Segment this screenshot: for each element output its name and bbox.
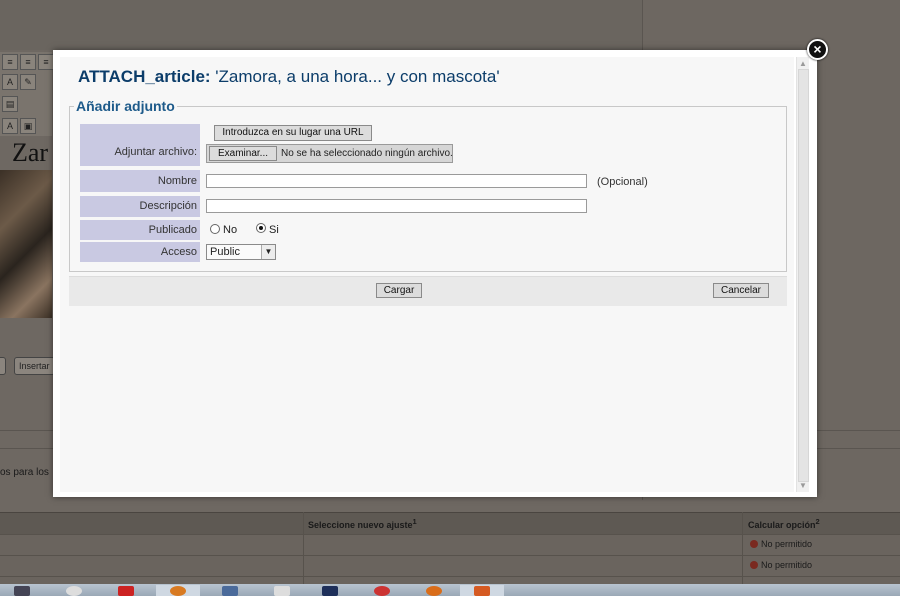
denied-icon: [750, 561, 758, 569]
browse-button[interactable]: Examinar...: [209, 146, 277, 161]
dialog-title: ATTACH_article: 'Zamora, a una hora... y…: [78, 67, 500, 87]
align-right-icon: ≡: [38, 54, 54, 70]
file-label: Adjuntar archivo:: [80, 124, 200, 166]
dialog-button-bar: [69, 276, 787, 306]
background-paragraph: os para los: [0, 467, 49, 478]
section-legend: Añadir adjunto: [74, 98, 177, 114]
published-no-label: No: [223, 224, 238, 236]
taskbar-photoshop-icon[interactable]: [308, 585, 352, 596]
highlight-icon: ✎: [20, 74, 36, 90]
chevron-down-icon[interactable]: ▼: [261, 245, 275, 259]
taskbar-opera-icon[interactable]: [360, 585, 404, 596]
taskbar-windows-icon[interactable]: [0, 585, 44, 596]
paste-icon: ▣: [20, 118, 36, 134]
taskbar-explorer-icon[interactable]: [208, 585, 252, 596]
optional-note: (Opcional): [597, 176, 648, 188]
no-file-text: No se ha seleccionado ningún archivo.: [281, 148, 453, 159]
table-col-divider: [303, 512, 304, 584]
taskbar-flash-icon[interactable]: [104, 585, 148, 596]
taskbar-firefox-icon[interactable]: [156, 585, 200, 596]
taskbar-app-icon[interactable]: [52, 585, 96, 596]
description-input[interactable]: [206, 199, 587, 213]
file-input[interactable]: Examinar... No se ha seleccionado ningún…: [206, 144, 453, 163]
published-yes-radio[interactable]: [256, 223, 266, 233]
background-editor-toolbar: ≡ ≡ ≡ A ✎ ▤ A ▣: [0, 52, 54, 136]
name-input[interactable]: [206, 174, 587, 188]
table-cell-status: No permitido: [750, 539, 812, 549]
description-label: Descripción: [80, 196, 200, 217]
align-left-icon: ≡: [2, 54, 18, 70]
access-label: Acceso: [80, 242, 200, 262]
access-select-value: Public: [210, 246, 240, 258]
taskbar-basketball-icon[interactable]: [412, 585, 456, 596]
scroll-up-icon[interactable]: ▲: [799, 59, 807, 68]
table-row-divider: [0, 534, 900, 535]
table-row-divider: [0, 576, 900, 577]
table-col-divider: [742, 512, 743, 584]
font-size-icon: A: [2, 118, 18, 134]
background-insert-button: Insertar: [14, 357, 55, 375]
enter-url-button[interactable]: Introduzca en su lugar una URL: [214, 125, 372, 141]
taskbar-notepad-icon[interactable]: [260, 585, 304, 596]
background-article-image: [0, 170, 52, 318]
background-button: [0, 357, 6, 375]
dialog-scrollbar[interactable]: ▲ ▼: [796, 57, 809, 492]
table-header-new-setting: Seleccione nuevo ajuste1: [308, 517, 417, 530]
access-select[interactable]: Public ▼: [206, 244, 276, 260]
name-label: Nombre: [80, 170, 200, 192]
published-label: Publicado: [80, 220, 200, 240]
cancel-button[interactable]: Cancelar: [713, 283, 769, 298]
published-yes-label: Si: [269, 224, 279, 236]
dialog-title-article: 'Zamora, a una hora... y con mascota': [215, 67, 500, 86]
format-icon: ▤: [2, 96, 18, 112]
table-header-calculate-option: Calcular opción2: [748, 517, 820, 530]
published-no-radio[interactable]: [210, 224, 220, 234]
align-center-icon: ≡: [20, 54, 36, 70]
table-row-divider: [0, 555, 900, 556]
table-cell-status: No permitido: [750, 560, 812, 570]
taskbar-active-app-icon[interactable]: [460, 585, 504, 596]
upload-button[interactable]: Cargar: [376, 283, 422, 298]
background-article-title: Zar: [12, 138, 49, 167]
scroll-thumb[interactable]: [798, 69, 809, 482]
close-icon[interactable]: ×: [807, 39, 828, 60]
dialog-title-prefix: ATTACH_article:: [78, 67, 211, 86]
denied-icon: [750, 540, 758, 548]
text-color-icon: A: [2, 74, 18, 90]
scroll-down-icon[interactable]: ▼: [799, 481, 807, 490]
